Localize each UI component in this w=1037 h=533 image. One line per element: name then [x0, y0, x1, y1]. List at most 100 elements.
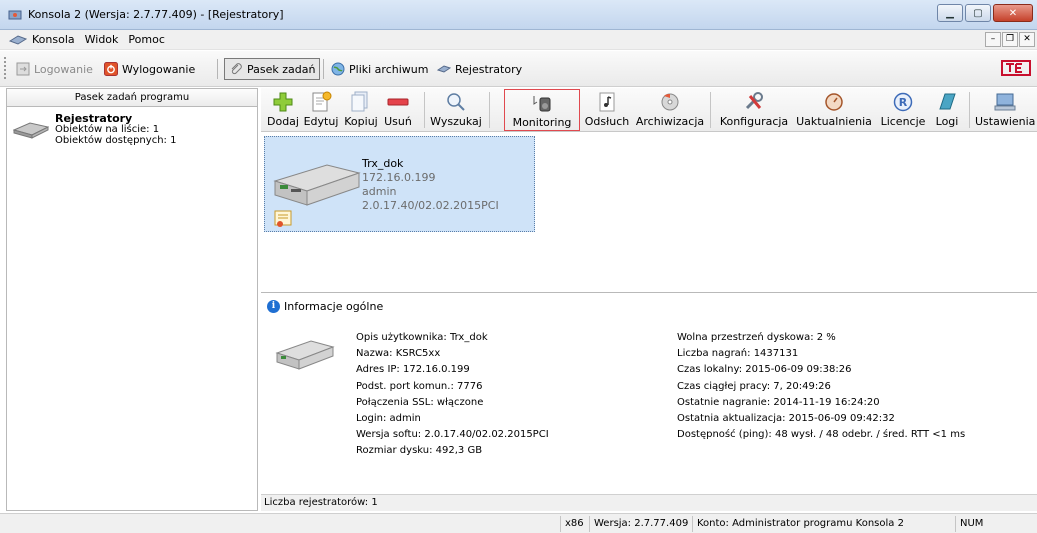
config-button[interactable]: Konfiguracja	[717, 89, 791, 131]
registered-icon: R	[893, 92, 913, 112]
licenses-label: Licencje	[880, 115, 926, 128]
monitoring-label: Monitoring	[512, 116, 572, 129]
objects-available: Obiektów dostępnych: 1	[55, 135, 177, 146]
menu-konsola[interactable]: Konsola	[32, 33, 75, 46]
search-button[interactable]: Wyszukaj	[429, 89, 483, 131]
minimize-button[interactable]: ▁	[937, 4, 963, 22]
general-info-panel: i Informacje ogólne Opis użytkownika: Tr…	[261, 295, 1037, 493]
globe-icon	[331, 62, 345, 76]
paperclip-icon	[231, 63, 242, 75]
top-toolbar: Logowanie Wylogowanie Pasek zadań Pliki …	[0, 51, 1037, 87]
recorder-ip: 172.16.0.199	[362, 171, 436, 184]
mdi-minimize-button[interactable]: –	[985, 32, 1001, 47]
login-icon	[16, 62, 30, 76]
settings-button[interactable]: Ustawienia	[975, 89, 1035, 131]
recorder-card[interactable]: Trx_dok 172.16.0.199 admin 2.0.17.40/02.…	[264, 136, 535, 232]
tex-logo	[1001, 60, 1031, 76]
update-button[interactable]: Uaktualnienia	[794, 89, 874, 131]
info-left-column: Opis użytkownika: Trx_dok Nazwa: KSRC5xx…	[356, 330, 549, 460]
edit-document-icon	[312, 91, 332, 112]
info-right-column: Wolna przestrzeń dyskowa: 2 % Liczba nag…	[677, 330, 965, 443]
music-note-icon	[599, 92, 615, 112]
delete-button[interactable]: Usuń	[382, 89, 414, 131]
tasks-pane-button[interactable]: Pasek zadań	[224, 58, 321, 80]
info-ip-address: Adres IP: 172.16.0.199	[356, 364, 470, 376]
recorder-device-icon	[275, 340, 335, 370]
menu-bar: Konsola Widok Pomoc – ❐ ✕	[0, 30, 1037, 50]
computer-settings-icon	[994, 93, 1016, 111]
info-recordings-count: Liczba nagrań: 1437131	[677, 348, 799, 360]
add-button[interactable]: Dodaj	[267, 89, 299, 131]
logs-button[interactable]: Logi	[932, 89, 962, 131]
info-ssl: Połączenia SSL: włączone	[356, 396, 484, 408]
edit-button[interactable]: Edytuj	[302, 89, 340, 131]
close-button[interactable]: ✕	[993, 4, 1033, 22]
speaker-note-icon	[533, 96, 551, 112]
main-toolbar: Dodaj Edytuj Kopiuj Usuń Wyszukaj Monito…	[261, 88, 1037, 132]
menu-pomoc[interactable]: Pomoc	[128, 33, 164, 46]
toolbar-separator	[217, 59, 218, 79]
copy-label: Kopiuj	[344, 115, 378, 128]
gauge-icon	[825, 93, 843, 111]
login-label: Logowanie	[34, 62, 93, 76]
mdi-restore-button[interactable]: ❐	[1002, 32, 1018, 47]
info-last-recording: Ostatnie nagranie: 2014-11-19 16:24:20	[677, 396, 880, 408]
recorders-label: Rejestratory	[455, 62, 523, 76]
info-base-port: Podst. port komun.: 7776	[356, 380, 483, 392]
edit-label: Edytuj	[303, 115, 339, 128]
info-user-description: Opis użytkownika: Trx_dok	[356, 332, 488, 343]
task-pane-header: Pasek zadań programu	[7, 89, 257, 107]
info-free-space: Wolna przestrzeń dyskowa: 2 %	[677, 332, 836, 343]
recorders-count: Liczba rejestratorów: 1	[261, 494, 1037, 511]
recorder-version: 2.0.17.40/02.02.2015PCI	[362, 199, 499, 212]
toolbar-separator	[489, 92, 490, 128]
tools-icon	[745, 92, 763, 110]
copy-button[interactable]: Kopiuj	[342, 89, 380, 131]
monitoring-button[interactable]: Monitoring	[504, 89, 580, 131]
status-bar: x86 Wersja: 2.7.77.409 Konto: Administra…	[0, 513, 1037, 533]
task-pane-item-title: Rejestratory	[55, 112, 133, 125]
listen-button[interactable]: Odsłuch	[582, 89, 632, 131]
window-controls: ▁ ▢ ✕	[937, 4, 1033, 22]
toolbar-separator	[969, 92, 970, 128]
disc-archive-icon	[661, 93, 679, 111]
update-label: Uaktualnienia	[796, 115, 872, 128]
archive-button[interactable]: Archiwizacja	[635, 89, 705, 131]
search-label: Wyszukaj	[430, 115, 482, 128]
magnifier-icon	[447, 93, 465, 111]
info-last-update: Ostatnia aktualizacja: 2015-06-09 09:42:…	[677, 413, 895, 425]
recorder-user: admin	[362, 185, 397, 198]
status-version: Wersja: 2.7.77.409	[589, 516, 691, 532]
licenses-button[interactable]: R Licencje	[877, 89, 929, 131]
task-pane-item-recorders[interactable]: Rejestratory Obiektów na liście: 1 Obiek…	[13, 113, 253, 157]
info-login: Login: admin	[356, 413, 421, 425]
archive-files-button[interactable]: Pliki archiwum	[331, 59, 428, 79]
recorder-device-image	[273, 164, 361, 206]
notebook-icon	[939, 93, 956, 110]
status-num: NUM	[955, 516, 1017, 532]
info-uptime: Czas ciągłej pracy: 7, 20:49:26	[677, 380, 831, 392]
logs-label: Logi	[935, 115, 959, 128]
info-title: Informacje ogólne	[284, 300, 384, 313]
logout-button[interactable]: Wylogowanie	[104, 59, 195, 79]
app-icon	[8, 10, 22, 20]
mdi-child-icon[interactable]	[8, 34, 28, 46]
maximize-button[interactable]: ▢	[965, 4, 991, 22]
settings-label: Ustawienia	[975, 115, 1036, 128]
toolbar-grip[interactable]	[4, 57, 7, 79]
power-icon	[104, 62, 118, 76]
menu-widok[interactable]: Widok	[85, 33, 119, 46]
recorders-button[interactable]: Rejestratory	[437, 59, 522, 79]
config-label: Konfiguracja	[719, 115, 789, 128]
login-button[interactable]: Logowanie	[16, 59, 93, 79]
recorders-list: Trx_dok 172.16.0.199 admin 2.0.17.40/02.…	[261, 133, 1037, 293]
main-area: Dodaj Edytuj Kopiuj Usuń Wyszukaj Monito…	[261, 88, 1037, 511]
archive-label: Archiwizacja	[635, 115, 705, 128]
toolbar-separator	[424, 92, 425, 128]
plus-icon	[273, 92, 293, 112]
recorder-device-icon	[13, 122, 49, 139]
minus-icon	[387, 98, 409, 106]
mdi-close-button[interactable]: ✕	[1019, 32, 1035, 47]
status-arch: x86	[560, 516, 588, 532]
listen-label: Odsłuch	[584, 115, 630, 128]
